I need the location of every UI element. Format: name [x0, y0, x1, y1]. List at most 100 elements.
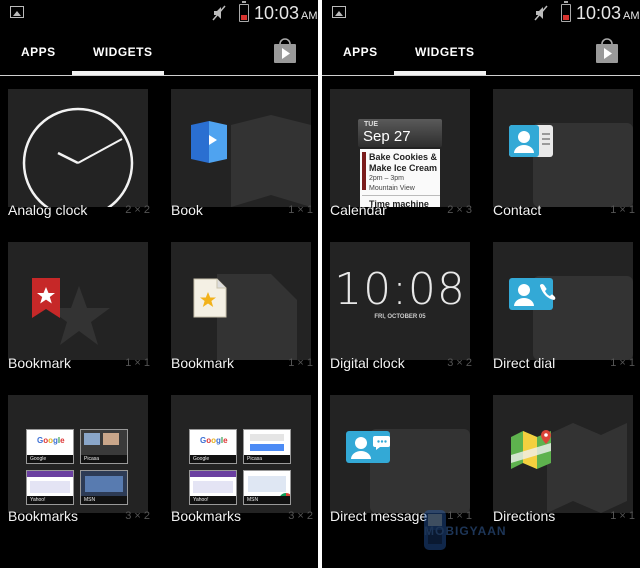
watermark-text: MOBIGYAAN — [424, 524, 507, 538]
widget-label: Book — [171, 202, 203, 218]
battery-icon — [239, 1, 249, 22]
clock: 10:03 AM — [254, 3, 318, 23]
widget-size: 2 × 3 — [447, 204, 472, 216]
widget-preview — [171, 242, 311, 360]
bookmarks-thumbnails: Google Google Picasa Yahoo! MSN — [189, 429, 291, 507]
widget-size: 1 × 1 — [610, 510, 635, 522]
bookmark-thumb: Google Google — [189, 429, 237, 464]
widget-preview — [330, 395, 470, 513]
tab-indicator — [394, 71, 486, 75]
widget-label: Bookmarks — [8, 508, 79, 524]
widget-size: 3 × 2 — [447, 357, 472, 369]
widget-size: 2 × 2 — [125, 204, 150, 216]
widget-label: Bookmark — [8, 355, 72, 371]
widget-direct-dial[interactable]: Direct dial 1 × 1 — [485, 229, 640, 379]
widget-calendar[interactable]: TUE Sep 27 Bake Cookies & Make Ice Cream… — [322, 76, 480, 226]
digital-clock-time: 10:08 — [334, 264, 466, 315]
tab-widgets[interactable]: WIDGETS — [93, 45, 153, 59]
contact-card-icon — [509, 125, 553, 157]
widget-analog-clock[interactable]: Analog clock 2 × 2 — [0, 76, 158, 226]
mute-icon — [534, 5, 548, 21]
play-store-icon[interactable] — [594, 38, 620, 64]
widget-label: Bookmark — [171, 355, 235, 371]
event-location: Mountain View — [369, 185, 415, 192]
maps-icon — [511, 430, 551, 469]
event-title: Bake Cookies & Make Ice Cream — [369, 152, 438, 173]
direct-message-icon — [346, 431, 390, 463]
gallery-notification-icon — [332, 6, 346, 18]
status-bar: 10:03 AM — [322, 0, 640, 28]
calendar-day-of-week: TUE — [364, 121, 378, 128]
tab-bar: APPS WIDGETS — [0, 28, 318, 76]
directions-watermark-icon — [547, 423, 627, 513]
bookmark-thumb: MSN — [80, 470, 128, 505]
event-divider — [362, 195, 440, 196]
book-watermark-icon — [231, 115, 311, 207]
widget-bookmark[interactable]: Bookmark 1 × 1 — [0, 229, 158, 379]
widget-preview: TUE Sep 27 Bake Cookies & Make Ice Cream… — [330, 89, 470, 207]
widget-size: 3 × 2 — [125, 510, 150, 522]
widget-preview: Google Google Picasa Yahoo! MSN — [8, 395, 148, 513]
calendar-preview: TUE Sep 27 Bake Cookies & Make Ice Cream… — [358, 119, 442, 207]
widget-label: Digital clock — [330, 355, 405, 371]
widget-label: Calendar — [330, 202, 387, 218]
widget-preview — [493, 395, 633, 513]
widget-label: Contact — [493, 202, 542, 218]
widget-book[interactable]: Book 1 × 1 — [163, 76, 318, 226]
battery-icon — [561, 1, 571, 22]
widget-size: 1 × 1 — [610, 357, 635, 369]
widget-bookmark[interactable]: Bookmark 1 × 1 — [163, 229, 318, 379]
tab-widgets[interactable]: WIDGETS — [415, 45, 475, 59]
page-watermark-icon — [217, 274, 297, 360]
bookmark-thumb: Picasa — [243, 429, 291, 464]
digital-clock-date: FRI, OCTOBER 05 — [374, 314, 426, 320]
widget-preview — [8, 89, 148, 207]
bookmark-thumb: MSN — [243, 470, 291, 505]
calendar-header: TUE Sep 27 — [358, 119, 442, 147]
bookmark-thumb: Google Google — [26, 429, 74, 464]
widget-digital-clock[interactable]: 10:08 FRI, OCTOBER 05 Digital clock 3 × … — [322, 229, 480, 379]
bookmark-page-icon — [193, 278, 227, 318]
bookmark-thumb: Yahoo! — [189, 470, 237, 505]
event-color-bar — [362, 152, 366, 190]
widget-preview — [493, 242, 633, 360]
analog-clock-icon — [22, 107, 134, 207]
widget-contact[interactable]: Contact 1 × 1 — [485, 76, 640, 226]
bookmarks-thumbnails: Google Google Picasa Yahoo! MSN — [26, 429, 128, 507]
left-screen: 10:03AM APPS WIDGETS Analog clock 2 × 2 — [0, 0, 318, 568]
widget-preview — [493, 89, 633, 207]
watermark: MOBIGYAAN — [384, 510, 524, 550]
play-store-icon[interactable] — [272, 38, 298, 64]
status-bar: 10:03 AM — [0, 0, 318, 28]
widget-preview: 10:08 FRI, OCTOBER 05 — [330, 242, 470, 360]
tab-apps[interactable]: APPS — [343, 45, 378, 59]
tab-bar: APPS WIDGETS — [322, 28, 640, 76]
widget-preview — [171, 89, 311, 207]
widget-preview: Google Google Picasa Yahoo! MSN — [171, 395, 311, 513]
widget-size: 3 × 2 — [288, 510, 313, 522]
tab-indicator — [72, 71, 164, 75]
bookmark-thumb: Yahoo! — [26, 470, 74, 505]
widget-size: 1 × 1 — [610, 204, 635, 216]
tab-apps[interactable]: APPS — [21, 45, 56, 59]
calendar-event-list: Bake Cookies & Make Ice Cream 2pm – 3pm … — [360, 149, 440, 207]
widget-size: 1 × 1 — [288, 204, 313, 216]
widget-label: Analog clock — [8, 202, 88, 218]
direct-dial-icon — [509, 278, 556, 310]
widget-label: Bookmarks — [171, 508, 242, 524]
event-time: 2pm – 3pm — [369, 175, 405, 182]
mute-icon — [212, 5, 226, 21]
widget-bookmarks[interactable]: Google Google Picasa Yahoo! MSN Bookmark… — [163, 382, 318, 532]
widget-preview — [8, 242, 148, 360]
gallery-notification-icon — [10, 6, 24, 18]
clock: 10:03 AM — [576, 3, 640, 23]
widget-size: 1 × 1 — [125, 357, 150, 369]
bookmark-icon — [32, 278, 60, 318]
bookmark-thumb: Picasa — [80, 429, 128, 464]
widget-size: 1 × 1 — [288, 357, 313, 369]
right-screen: 10:03 AM APPS WIDGETS TUE Sep 27 Bake Coo… — [322, 0, 640, 568]
calendar-date: Sep 27 — [363, 128, 411, 145]
play-books-icon — [191, 121, 227, 163]
widget-bookmarks[interactable]: Google Google Picasa Yahoo! MSN Bookmark… — [0, 382, 158, 532]
widget-label: Direct dial — [493, 355, 556, 371]
